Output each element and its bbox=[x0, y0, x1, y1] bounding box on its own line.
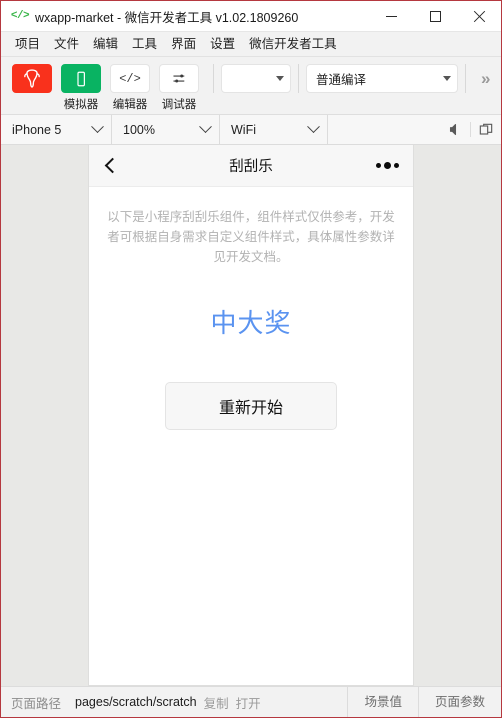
open-path-link[interactable]: 打开 bbox=[229, 693, 261, 712]
phone-icon bbox=[61, 64, 101, 93]
toolbar-label-editor: 编辑器 bbox=[112, 99, 148, 111]
toolbar-button-preview[interactable] bbox=[10, 64, 54, 96]
chevron-down-icon bbox=[199, 120, 212, 134]
description-text: 以下是小程序刮刮乐组件，组件样式仅供参考，开发者可根据自身需求自定义组件样式，具… bbox=[107, 210, 395, 264]
compile-mode-select[interactable]: 普通编译 bbox=[306, 64, 458, 93]
simulator-stage: 刮刮乐 以下是小程序刮刮乐组件，组件样式仅供参考，开发者可根据自身需求自定义组件… bbox=[1, 145, 501, 686]
prize-result-text: 中大奖 bbox=[210, 308, 292, 338]
code-brackets-icon: </> bbox=[10, 10, 30, 22]
toolbar-divider-3 bbox=[465, 64, 466, 93]
network-select[interactable]: WiFi bbox=[220, 115, 328, 144]
toolbar-button-debugger[interactable]: 调试器 bbox=[157, 64, 201, 112]
more-dots-icon[interactable] bbox=[376, 162, 399, 169]
zoom-select-value: 100% bbox=[123, 122, 155, 137]
close-icon bbox=[473, 10, 486, 23]
stethoscope-icon bbox=[12, 64, 52, 93]
window-controls bbox=[369, 1, 501, 32]
chevron-double-right-icon[interactable]: » bbox=[481, 64, 490, 93]
menu-item-tools[interactable]: 工具 bbox=[125, 32, 164, 56]
page-path-label: 页面路径 bbox=[11, 696, 62, 711]
navbar-title: 刮刮乐 bbox=[229, 159, 273, 175]
menu-bar: 项目 文件 编辑 工具 界面 设置 微信开发者工具 bbox=[1, 32, 501, 57]
device-select[interactable]: iPhone 5 bbox=[1, 115, 112, 144]
toolbar-button-editor[interactable]: </> 编辑器 bbox=[108, 64, 152, 112]
zoom-select[interactable]: 100% bbox=[112, 115, 220, 144]
menu-item-devtools[interactable]: 微信开发者工具 bbox=[242, 32, 344, 56]
network-select-value: WiFi bbox=[231, 122, 256, 137]
toolbar-divider-1 bbox=[213, 64, 214, 93]
close-button[interactable] bbox=[457, 1, 501, 32]
wechat-devtools-window: </> wxapp-market - 微信开发者工具 v1.02.1809260… bbox=[0, 0, 502, 718]
mini-program-screen: 以下是小程序刮刮乐组件，组件样式仅供参考，开发者可根据自身需求自定义组件样式，具… bbox=[89, 187, 413, 685]
dot-3 bbox=[394, 163, 399, 168]
caret-down-icon bbox=[276, 76, 284, 81]
restart-button[interactable]: 重新开始 bbox=[165, 382, 337, 430]
chevron-down-icon bbox=[307, 120, 320, 134]
maximize-button[interactable] bbox=[413, 1, 457, 32]
device-bar-spacer bbox=[328, 115, 440, 144]
phone-frame: 刮刮乐 以下是小程序刮刮乐组件，组件样式仅供参考，开发者可根据自身需求自定义组件… bbox=[89, 145, 413, 685]
mute-button[interactable] bbox=[440, 115, 470, 144]
chevron-down-icon bbox=[91, 120, 104, 134]
mini-program-navbar: 刮刮乐 bbox=[89, 145, 413, 187]
menu-item-edit[interactable]: 编辑 bbox=[86, 32, 125, 56]
menu-item-project[interactable]: 项目 bbox=[8, 32, 47, 56]
toolbar-button-simulator[interactable]: 模拟器 bbox=[59, 64, 103, 112]
device-select-value: iPhone 5 bbox=[12, 122, 62, 137]
menu-item-view[interactable]: 界面 bbox=[164, 32, 203, 56]
toolbar-label-simulator: 模拟器 bbox=[63, 99, 99, 111]
copy-path-link[interactable]: 复制 bbox=[197, 693, 229, 712]
toolbar-buttons: 模拟器 </> 编辑器 调试器 bbox=[10, 64, 206, 112]
menu-item-settings[interactable]: 设置 bbox=[203, 32, 242, 56]
window-title: wxapp-market - 微信开发者工具 v1.02.1809260 bbox=[35, 10, 299, 25]
minimize-icon bbox=[385, 15, 397, 17]
account-select[interactable] bbox=[221, 64, 291, 93]
page-path-value: pages/scratch/scratch bbox=[75, 695, 197, 709]
page-params-tab[interactable]: 页面参数 bbox=[417, 687, 501, 717]
detach-window-button[interactable] bbox=[471, 115, 501, 144]
detach-window-icon bbox=[479, 123, 493, 135]
dot-2 bbox=[384, 162, 391, 169]
toolbar: 模拟器 </> 编辑器 调试器 普通编译 » bbox=[1, 57, 501, 115]
speaker-mute-icon bbox=[449, 123, 456, 136]
status-bar: 页面路径 pages/scratch/scratch 复制 打开 场景值 页面参… bbox=[1, 686, 501, 717]
menu-item-file[interactable]: 文件 bbox=[47, 32, 86, 56]
maximize-icon bbox=[429, 10, 441, 22]
caret-down-icon bbox=[443, 76, 451, 81]
toolbar-divider-2 bbox=[298, 64, 299, 93]
code-icon: </> bbox=[110, 64, 150, 93]
device-bar: iPhone 5 100% WiFi bbox=[1, 115, 501, 145]
scene-value-tab[interactable]: 场景值 bbox=[347, 687, 418, 717]
restart-button-wrap: 重新开始 bbox=[107, 382, 395, 430]
title-bar: </> wxapp-market - 微信开发者工具 v1.02.1809260 bbox=[1, 1, 501, 32]
toolbar-label-debugger: 调试器 bbox=[161, 99, 197, 111]
compile-mode-value: 普通编译 bbox=[316, 73, 367, 87]
minimize-button[interactable] bbox=[369, 1, 413, 32]
back-chevron-icon bbox=[104, 157, 120, 174]
navbar-back-button[interactable] bbox=[89, 145, 131, 187]
sliders-icon bbox=[159, 64, 199, 93]
dot-1 bbox=[376, 163, 381, 168]
